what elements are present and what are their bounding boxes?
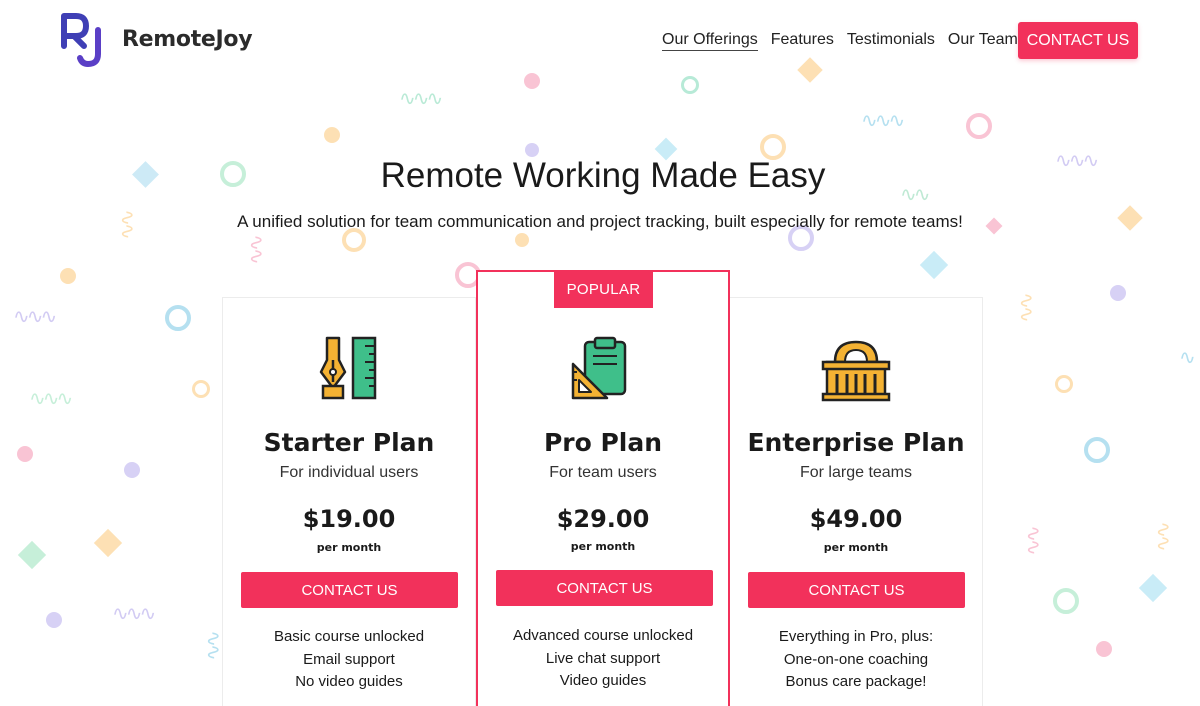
plan-period: per month xyxy=(570,540,636,553)
nav-item-our-offerings[interactable]: Our Offerings xyxy=(662,31,758,51)
plan-name: Pro Plan xyxy=(543,428,663,457)
plan-price: $29.00 xyxy=(556,505,650,533)
hero-subtitle: A unified solution for team communicatio… xyxy=(237,212,963,231)
feature-item: Everything in Pro, plus: xyxy=(778,628,934,645)
plan-name: Starter Plan xyxy=(263,428,435,457)
plan-period: per month xyxy=(823,541,889,554)
plan-price: $49.00 xyxy=(809,505,903,533)
feature-item: No video guides xyxy=(295,673,403,690)
feature-item: Video guides xyxy=(559,672,647,689)
feature-item: Email support xyxy=(303,650,395,668)
nav-item-our-team[interactable]: Our Team xyxy=(948,31,1018,51)
pricing-card-pro: POPULAR Pro Plan For team users $29.00 p… xyxy=(476,270,730,706)
logo-icon[interactable] xyxy=(60,12,108,68)
hero-title: Remote Working Made Easy xyxy=(380,156,826,195)
nav-item-features[interactable]: Features xyxy=(771,31,834,51)
plan-features: Everything in Pro, plus: One-on-one coac… xyxy=(730,626,982,694)
plan-audience: For team users xyxy=(549,464,657,481)
starter-contact-button[interactable]: CONTACT US xyxy=(241,572,458,608)
feature-item: Basic course unlocked xyxy=(273,628,425,645)
site-header: RemoteJoy Our Offerings Features Testimo… xyxy=(0,0,1200,82)
plan-audience: For large teams xyxy=(799,464,913,481)
plan-audience: For individual users xyxy=(279,464,419,481)
plan-period: per month xyxy=(316,541,382,554)
plan-features: Basic course unlocked Email support No v… xyxy=(223,626,475,694)
pro-contact-button[interactable]: CONTACT US xyxy=(496,570,713,606)
popular-badge: POPULAR xyxy=(554,270,653,308)
feature-item: Live chat support xyxy=(545,649,661,667)
nav-item-testimonials[interactable]: Testimonials xyxy=(847,31,935,51)
pricing-card-starter: Starter Plan For individual users $19.00… xyxy=(222,297,476,706)
building-dome-icon xyxy=(821,340,891,402)
pen-ruler-icon xyxy=(319,336,377,400)
feature-item: Bonus care package! xyxy=(785,673,927,690)
clipboard-set-square-icon xyxy=(571,336,627,400)
feature-item: Advanced course unlocked xyxy=(512,627,694,644)
plan-price: $19.00 xyxy=(302,505,396,533)
plan-name: Enterprise Plan xyxy=(747,428,965,457)
main-nav: Our Offerings Features Testimonials Our … xyxy=(662,31,1018,51)
feature-item: One-on-one coaching xyxy=(783,650,929,668)
plan-features: Advanced course unlocked Live chat suppo… xyxy=(478,625,728,693)
header-contact-button[interactable]: CONTACT US xyxy=(1018,22,1138,59)
pricing-card-enterprise: Enterprise Plan For large teams $49.00 p… xyxy=(729,297,983,706)
brand-name[interactable]: RemoteJoy xyxy=(122,27,253,52)
enterprise-contact-button[interactable]: CONTACT US xyxy=(748,572,965,608)
